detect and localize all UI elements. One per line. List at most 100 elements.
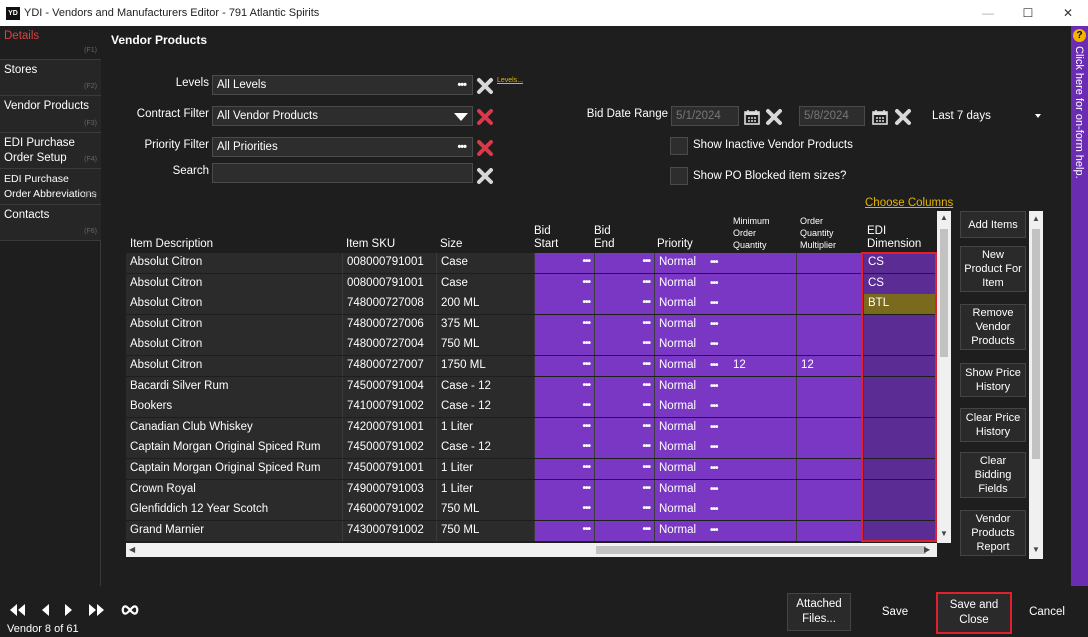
choose-columns-link[interactable]: Choose Columns <box>865 197 953 209</box>
cell-sku[interactable]: 008000791001 <box>342 273 436 294</box>
remove-vendor-products-button[interactable]: Remove Vendor Products <box>960 304 1026 350</box>
maximize-button[interactable]: ☐ <box>1008 0 1048 26</box>
search-input[interactable] <box>212 163 473 183</box>
cell-min-qty[interactable] <box>729 397 796 418</box>
cell-bid-picker[interactable]: ••• <box>706 376 729 397</box>
col-header-sku[interactable]: Item SKU <box>346 238 395 251</box>
scroll-down-icon[interactable]: ▼ <box>940 529 948 538</box>
attached-files-button[interactable]: Attached Files... <box>787 593 851 631</box>
cell-desc[interactable]: Captain Morgan Original Spiced Rum <box>126 438 342 459</box>
cell-desc[interactable]: Absolut Citron <box>126 356 342 376</box>
cell-bid-picker[interactable]: ••• <box>534 479 594 500</box>
date-range-preset-select[interactable]: Last 7 days <box>927 106 1046 126</box>
bid-end-date-input[interactable]: 5/8/2024 <box>799 106 865 126</box>
table-row[interactable]: Absolut Citron 748000727004 750 ML ••• ••• No… <box>126 335 937 356</box>
more-icon[interactable]: ••• <box>710 463 718 474</box>
cell-bid-picker[interactable]: ••• <box>706 479 729 500</box>
cell-priority[interactable]: Normal <box>654 273 706 294</box>
cell-priority[interactable]: Normal <box>654 417 706 438</box>
cell-min-qty[interactable] <box>729 294 796 315</box>
cell-multiplier[interactable] <box>796 438 863 459</box>
cell-priority[interactable]: Normal <box>654 294 706 315</box>
table-row[interactable]: Glenfiddich 12 Year Scotch 746000791002 75… <box>126 500 937 521</box>
nav-item-vendor-products[interactable]: Vendor Products (F3) <box>0 96 101 133</box>
save-and-close-button[interactable]: Save and Close <box>936 592 1012 634</box>
cell-desc[interactable]: Absolut Citron <box>126 253 342 273</box>
cell-bid-picker[interactable]: ••• <box>706 335 729 356</box>
cell-bid-picker[interactable]: ••• <box>706 500 729 521</box>
more-icon[interactable]: ••• <box>642 277 650 288</box>
levels-link[interactable]: Levels... <box>497 77 523 84</box>
cell-bid-picker[interactable]: ••• <box>706 294 729 315</box>
cell-sku[interactable]: 743000791002 <box>342 520 436 541</box>
cell-bid-picker[interactable]: ••• <box>706 417 729 438</box>
nav-item-edi-po-setup[interactable]: EDI Purchase Order Setup (F4) <box>0 133 101 169</box>
more-icon[interactable]: ••• <box>642 359 650 370</box>
more-icon[interactable]: ••• <box>710 422 718 433</box>
cell-bid-picker[interactable]: ••• <box>594 438 654 459</box>
close-button[interactable]: ✕ <box>1048 0 1088 26</box>
cell-desc[interactable]: Absolut Citron <box>126 314 342 335</box>
infinity-icon[interactable] <box>120 603 140 617</box>
table-row[interactable]: Crown Royal 749000791003 1 Liter ••• ••• Norm… <box>126 479 937 500</box>
cell-sku[interactable]: 748000727007 <box>342 356 436 376</box>
more-icon[interactable]: ••• <box>710 504 718 515</box>
cell-bid-picker[interactable]: ••• <box>534 397 594 418</box>
nav-item-stores[interactable]: Stores (F2) <box>0 60 101 96</box>
cell-desc[interactable]: Bacardi Silver Rum <box>126 376 342 397</box>
table-row[interactable]: Absolut Citron 008000791001 Case ••• ••• Norm… <box>126 273 937 294</box>
col-header-size[interactable]: Size <box>440 238 462 251</box>
nav-item-edi-po-abbreviations[interactable]: EDI Purchase Order Abbreviations (F5) <box>0 169 101 205</box>
more-icon[interactable]: ••• <box>582 421 590 432</box>
more-icon[interactable]: ••• <box>642 483 650 494</box>
levels-field[interactable]: All Levels ••• <box>212 75 473 95</box>
clear-price-history-button[interactable]: Clear Price History <box>960 408 1026 442</box>
table-row[interactable]: Captain Morgan Original Spiced Rum 745000… <box>126 459 937 479</box>
more-icon[interactable]: ••• <box>710 401 718 412</box>
cell-priority[interactable]: Normal <box>654 520 706 541</box>
table-row[interactable]: Absolut Citron 748000727007 1750 ML ••• ••• N… <box>126 356 937 376</box>
cell-size[interactable]: 1 Liter <box>436 459 534 479</box>
clear-bidding-fields-button[interactable]: Clear Bidding Fields <box>960 452 1026 498</box>
cell-bid-picker[interactable]: ••• <box>706 438 729 459</box>
cell-size[interactable]: 375 ML <box>436 314 534 335</box>
show-inactive-checkbox[interactable] <box>670 137 688 155</box>
cell-bid-picker[interactable]: ••• <box>706 459 729 479</box>
cell-bid-picker[interactable]: ••• <box>594 500 654 521</box>
cell-bid-picker[interactable]: ••• <box>534 314 594 335</box>
more-icon[interactable]: ••• <box>710 381 718 392</box>
new-product-button[interactable]: New Product For Item <box>960 246 1026 292</box>
cell-bid-picker[interactable]: ••• <box>706 253 729 273</box>
more-icon[interactable]: ••• <box>710 360 718 371</box>
help-icon[interactable]: ? <box>1073 29 1086 42</box>
more-icon[interactable]: ••• <box>710 298 718 309</box>
cell-min-qty[interactable] <box>729 253 796 273</box>
cell-sku[interactable]: 741000791002 <box>342 397 436 418</box>
more-icon[interactable]: ••• <box>642 297 650 308</box>
bid-end-clear-icon[interactable] <box>894 108 912 126</box>
more-icon[interactable]: ••• <box>582 380 590 391</box>
cell-size[interactable]: Case - 12 <box>436 438 534 459</box>
priority-filter-field[interactable]: All Priorities ••• <box>212 137 473 157</box>
more-icon[interactable]: ••• <box>710 484 718 495</box>
more-icon[interactable]: ••• <box>642 441 650 452</box>
levels-more-icon[interactable]: ••• <box>457 79 467 91</box>
previous-record-icon[interactable] <box>40 603 50 617</box>
calendar-icon[interactable] <box>871 108 889 126</box>
cell-sku[interactable]: 745000791004 <box>342 376 436 397</box>
more-icon[interactable]: ••• <box>710 339 718 350</box>
cell-desc[interactable]: Absolut Citron <box>126 335 342 356</box>
cell-bid-picker[interactable]: ••• <box>594 417 654 438</box>
cell-min-qty[interactable] <box>729 500 796 521</box>
table-row[interactable]: Absolut Citron 748000727008 200 ML ••• ••• No… <box>126 294 937 315</box>
cell-bid-picker[interactable]: ••• <box>706 397 729 418</box>
cell-sku[interactable]: 748000727008 <box>342 294 436 315</box>
cell-size[interactable]: 1 Liter <box>436 417 534 438</box>
priority-clear-icon[interactable] <box>476 139 494 157</box>
scroll-up-icon[interactable]: ▲ <box>1032 214 1040 223</box>
cell-multiplier[interactable] <box>796 397 863 418</box>
more-icon[interactable]: ••• <box>582 400 590 411</box>
more-icon[interactable]: ••• <box>642 338 650 349</box>
scroll-up-icon[interactable]: ▲ <box>940 213 948 222</box>
scroll-thumb[interactable] <box>596 546 926 554</box>
